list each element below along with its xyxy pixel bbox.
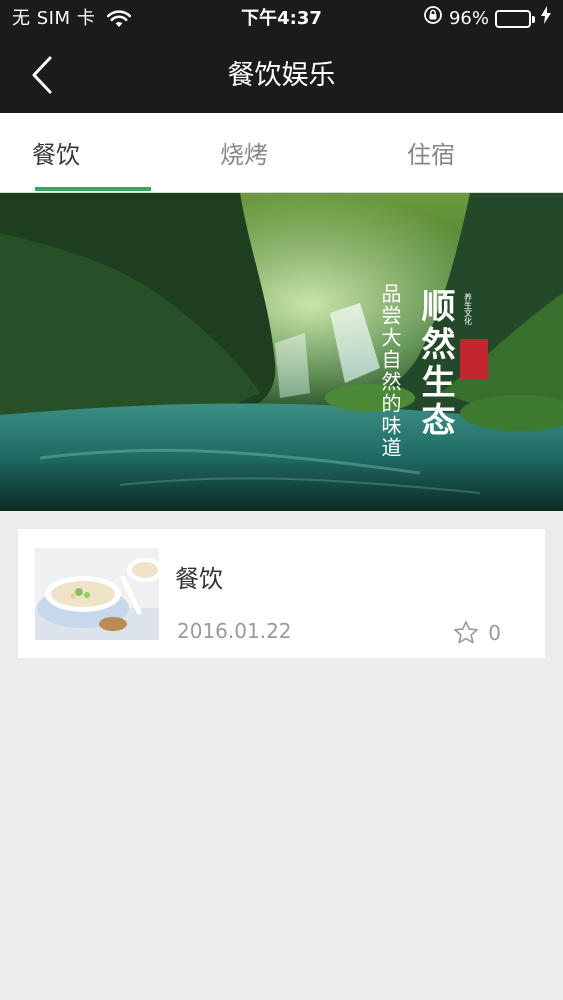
favorite-count: 0 [488,621,501,645]
battery-icon [495,10,535,28]
list-item-thumbnail [35,548,159,640]
lock-rotation-icon [423,5,443,33]
status-right: 96% [423,6,551,32]
tab-bar: 餐饮 烧烤 住宿 [0,113,563,193]
banner-tagline: 品尝大自然的味道 [378,283,402,459]
banner-image[interactable]: 顺然生态 品尝大自然的味道 养生文化 [0,193,563,511]
svg-text:品尝大自然的味道: 品尝大自然的味道 [378,283,402,459]
svg-text:养生文化: 养生文化 [464,292,473,326]
favorite-button[interactable]: 0 [452,619,501,647]
svg-text:顺然生态: 顺然生态 [415,288,455,440]
list-item-date: 2016.01.22 [177,619,292,643]
top-bar: 无 SIM 卡 下午4:37 96% 餐饮娱乐 [0,0,563,113]
charging-bolt-icon [541,6,551,32]
star-outline-icon [454,621,479,644]
page-title: 餐饮娱乐 [227,60,336,91]
battery-percent: 96% [448,8,489,29]
banner-heading: 顺然生态 [415,288,455,440]
list-item-title: 餐饮 [175,565,223,593]
list-item[interactable]: 餐饮 2016.01.22 0 [18,529,545,658]
screen: 无 SIM 卡 下午4:37 96% 餐饮娱乐 餐饮 烧烤 住宿 顺然生态 品尝… [0,0,563,1000]
active-tab-indicator [35,187,151,191]
tab-lodging[interactable]: 住宿 [375,113,487,192]
tab-barbecue[interactable]: 烧烤 [188,113,300,192]
tab-dining[interactable]: 餐饮 [0,113,112,192]
